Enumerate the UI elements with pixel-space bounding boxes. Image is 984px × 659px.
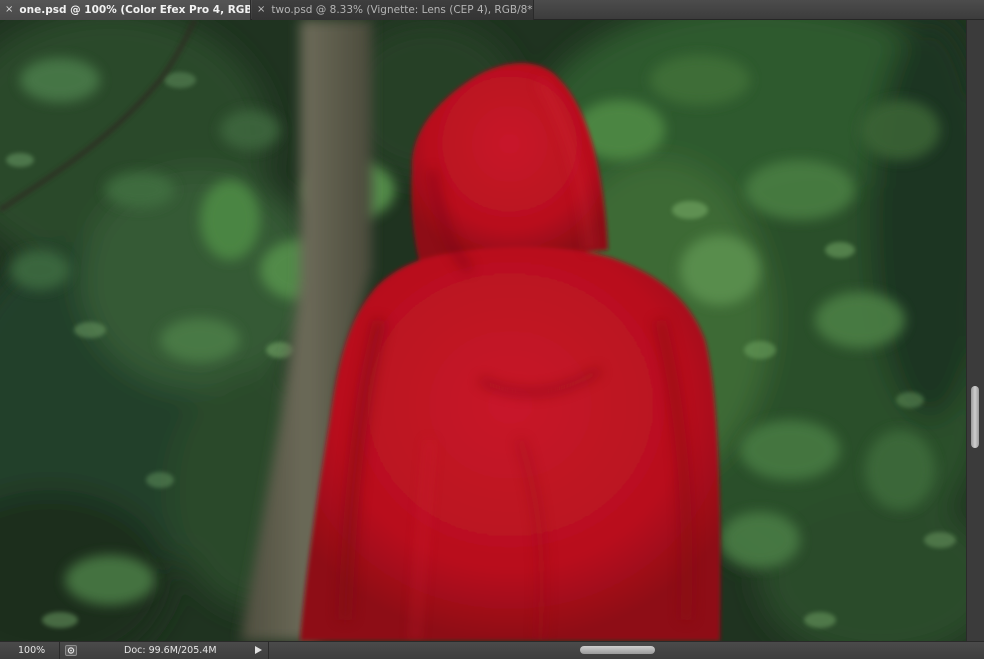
horizontal-scroll-thumb[interactable] <box>580 646 655 654</box>
export-icon[interactable] <box>65 645 77 656</box>
vertical-scroll-thumb[interactable] <box>971 386 979 448</box>
photo-image <box>0 20 966 641</box>
zoom-level-field[interactable]: 100% <box>0 642 60 659</box>
tab-two-psd[interactable]: × two.psd @ 8.33% (Vignette: Lens (CEP 4… <box>252 0 534 20</box>
document-canvas[interactable] <box>0 20 966 641</box>
document-size-info: Doc: 99.6M/205.4M <box>124 645 217 656</box>
tab-one-psd[interactable]: × one.psd @ 100% (Color Efex Pro 4, RGB/… <box>0 0 251 20</box>
close-tab-icon[interactable]: × <box>5 5 13 15</box>
tab-label: two.psd @ 8.33% (Vignette: Lens (CEP 4),… <box>271 4 534 16</box>
tab-label: one.psd @ 100% (Color Efex Pro 4, RGB/8*… <box>19 4 251 16</box>
vertical-scrollbar[interactable] <box>966 20 984 641</box>
document-tab-bar: × one.psd @ 100% (Color Efex Pro 4, RGB/… <box>0 0 984 20</box>
photoshop-window: × one.psd @ 100% (Color Efex Pro 4, RGB/… <box>0 0 984 659</box>
horizontal-scrollbar[interactable] <box>268 642 966 659</box>
close-tab-icon[interactable]: × <box>257 5 265 15</box>
status-bar: 100% Doc: 99.6M/205.4M <box>0 641 984 659</box>
triangle-right-icon[interactable] <box>255 646 262 654</box>
